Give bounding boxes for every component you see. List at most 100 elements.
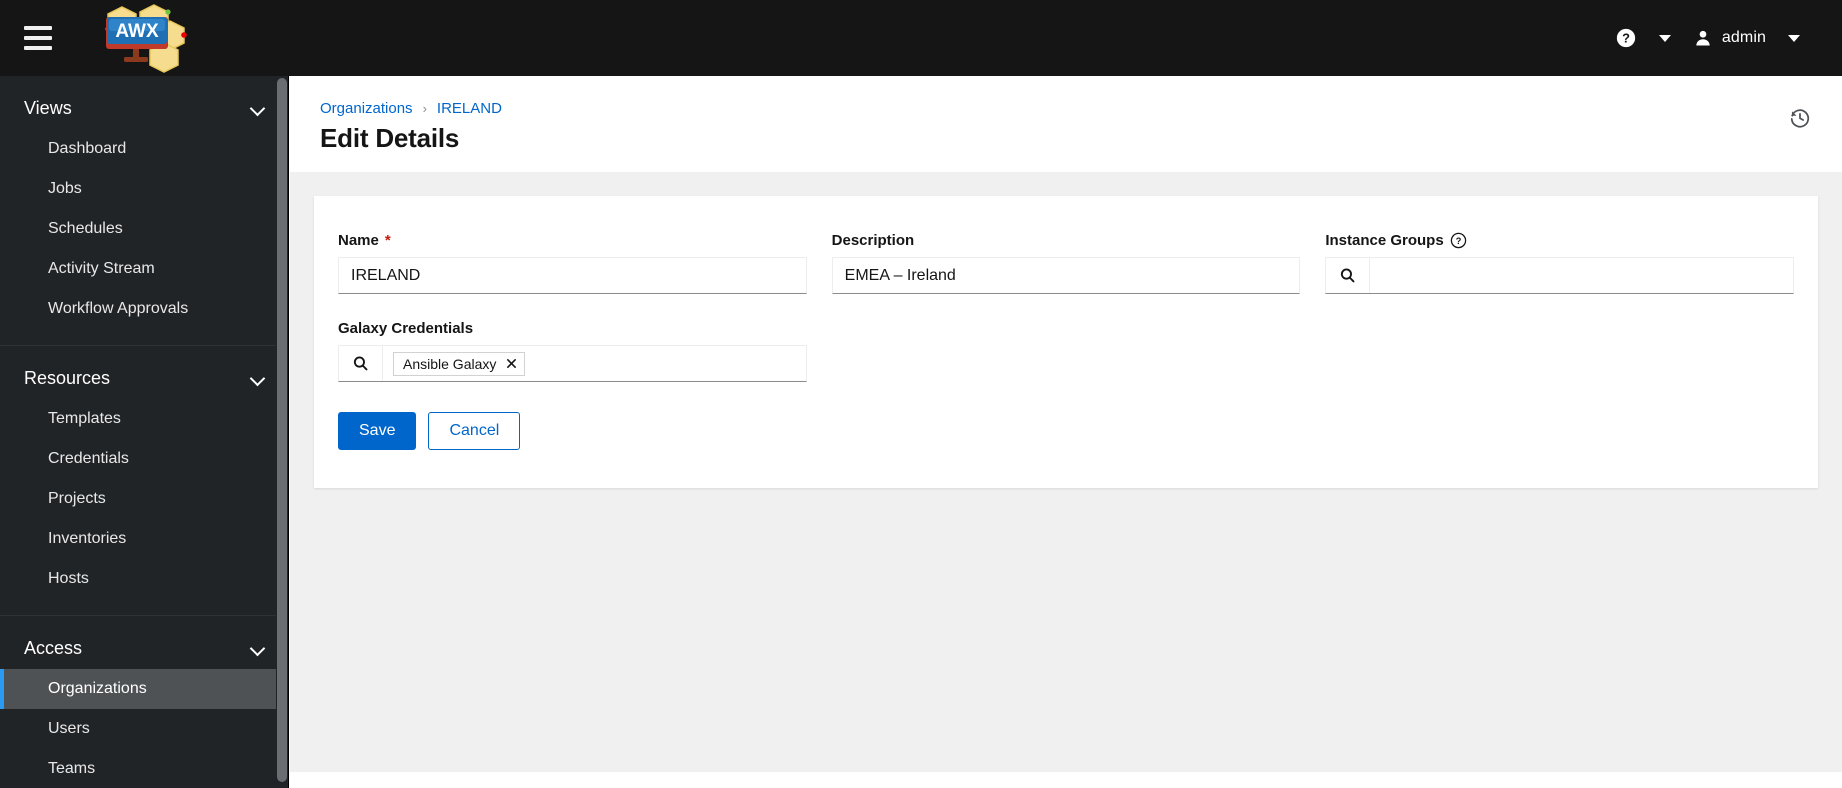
sidebar-item-activity-stream[interactable]: Activity Stream — [0, 249, 288, 289]
instance-groups-search-button[interactable] — [1326, 258, 1371, 293]
sidebar-item-teams[interactable]: Teams — [0, 749, 288, 788]
field-instance-groups: Instance Groups ? — [1325, 232, 1794, 294]
field-description: Description — [831, 232, 1301, 294]
masthead-toolbar: ? admin — [1605, 14, 1842, 62]
sidebar-scrollbar-thumb[interactable] — [277, 78, 287, 782]
sidebar-item-projects[interactable]: Projects — [0, 479, 288, 519]
sidebar-group-header-resources[interactable]: Resources — [0, 346, 288, 399]
save-button[interactable]: Save — [338, 412, 417, 450]
field-name-label: Name * — [338, 232, 807, 249]
sidebar-item-jobs[interactable]: Jobs — [0, 169, 288, 209]
main-content: Organizations › IRELAND Edit Details Nam… — [290, 76, 1842, 788]
history-icon — [1790, 109, 1810, 128]
username-label: admin — [1721, 29, 1766, 46]
chevron-down-icon — [1658, 34, 1671, 42]
field-name-label-text: Name — [338, 232, 379, 249]
hamburger-bar — [24, 26, 52, 30]
breadcrumb: Organizations › IRELAND — [320, 100, 1812, 117]
sidebar-item-label: Workflow Approvals — [48, 300, 189, 317]
sidebar-item-credentials[interactable]: Credentials — [0, 439, 288, 479]
sidebar-item-label: Projects — [48, 490, 106, 507]
sidebar-group-header-views[interactable]: Views — [0, 76, 288, 129]
chip-remove-button[interactable] — [506, 358, 517, 369]
svg-text:?: ? — [1455, 236, 1461, 246]
sidebar-item-schedules[interactable]: Schedules — [0, 209, 288, 249]
field-description-label-text: Description — [831, 232, 915, 249]
chevron-down-icon — [1788, 34, 1800, 42]
sidebar-group-views: Views Dashboard Jobs Schedules Activity Stre… — [0, 76, 288, 346]
sidebar-item-label: Jobs — [48, 180, 82, 197]
user-menu-button[interactable]: admin — [1683, 14, 1776, 62]
field-instance-groups-label-text: Instance Groups — [1325, 232, 1444, 249]
breadcrumb-separator-icon: › — [422, 101, 427, 116]
sidebar-item-templates[interactable]: Templates — [0, 399, 288, 439]
sidebar-item-label: Credentials — [48, 450, 129, 467]
search-icon — [353, 356, 368, 371]
activity-history-button[interactable] — [1782, 100, 1818, 136]
close-icon — [507, 359, 517, 368]
sidebar-item-workflow-approvals[interactable]: Workflow Approvals — [0, 289, 288, 329]
name-input[interactable] — [338, 257, 807, 294]
galaxy-credentials-chip-area[interactable]: Ansible Galaxy — [383, 346, 806, 381]
instance-groups-lookup — [1325, 257, 1794, 294]
sidebar-item-label: Teams — [48, 760, 96, 777]
sidebar-groups: Views Dashboard Jobs Schedules Activity Stre… — [0, 76, 288, 788]
sidebar-item-label: Schedules — [48, 220, 123, 237]
sidebar-group-header-access[interactable]: Access — [0, 616, 288, 669]
svg-text:?: ? — [1622, 31, 1630, 46]
sidebar-item-inventories[interactable]: Inventories — [0, 519, 288, 559]
hamburger-menu-icon[interactable] — [24, 26, 52, 50]
question-circle-icon: ? — [1616, 28, 1636, 48]
sidebar-item-users[interactable]: Users — [0, 709, 288, 749]
field-galaxy-credentials-label-text: Galaxy Credentials — [338, 320, 474, 337]
cancel-button[interactable]: Cancel — [428, 412, 521, 450]
sidebar-item-label: Inventories — [48, 530, 127, 547]
sidebar-navigation: Views Dashboard Jobs Schedules Activity Stre… — [0, 76, 289, 788]
galaxy-credentials-search-button[interactable] — [339, 346, 383, 381]
form-grid: Name * Description Instance Groups — [338, 232, 1794, 408]
hamburger-bar — [24, 46, 52, 50]
user-dropdown-toggle[interactable] — [1776, 14, 1812, 62]
field-name: Name * — [338, 232, 807, 294]
field-description-label: Description — [832, 232, 1301, 249]
sidebar-group-title: Resources — [24, 368, 111, 388]
sidebar-group-title: Views — [24, 98, 72, 118]
page-body: Name * Description Instance Groups — [290, 172, 1842, 772]
awx-logo-text: AWX — [115, 21, 159, 42]
chevron-down-icon — [251, 372, 265, 386]
sidebar-group-access: Access Organizations Users Teams — [0, 616, 288, 788]
field-galaxy-credentials-label: Galaxy Credentials — [338, 320, 807, 337]
sidebar-item-hosts[interactable]: Hosts — [0, 559, 288, 599]
help-button[interactable]: ? — [1605, 14, 1647, 62]
help-dropdown-toggle[interactable] — [1647, 14, 1683, 62]
sidebar-group-resources: Resources Templates Credentials Projects Inv… — [0, 346, 288, 616]
sidebar-item-dashboard[interactable]: Dashboard — [0, 129, 288, 169]
sidebar-item-label: Users — [48, 720, 90, 737]
awx-logo[interactable]: AWX — [92, 3, 204, 73]
chevron-down-icon — [251, 642, 265, 656]
chip-label: Ansible Galaxy — [403, 355, 497, 372]
sidebar-item-label: Dashboard — [48, 140, 127, 157]
sidebar-scrollbar[interactable] — [276, 76, 288, 788]
sidebar-item-label: Organizations — [48, 680, 147, 697]
breadcrumb-item-organizations[interactable]: Organizations — [320, 100, 413, 117]
sidebar-item-label: Activity Stream — [48, 260, 155, 277]
sidebar-group-title: Access — [24, 638, 83, 658]
field-galaxy-credentials: Galaxy Credentials Ansible Galaxy — [338, 320, 807, 382]
chip-ansible-galaxy: Ansible Galaxy — [393, 351, 526, 376]
sidebar-item-label: Hosts — [48, 570, 89, 587]
chevron-down-icon — [251, 102, 265, 116]
hamburger-bar — [24, 36, 52, 40]
page-title: Edit Details — [320, 123, 460, 153]
page-header: Organizations › IRELAND Edit Details — [290, 76, 1842, 172]
sidebar-item-organizations[interactable]: Organizations — [0, 669, 288, 709]
field-instance-groups-label: Instance Groups ? — [1325, 232, 1794, 249]
breadcrumb-item-ireland[interactable]: IRELAND — [437, 100, 502, 117]
form-actions: Save Cancel — [338, 412, 1794, 450]
instance-groups-chip-area[interactable] — [1370, 258, 1793, 293]
sidebar-item-label: Templates — [48, 410, 121, 427]
question-circle-outline-icon[interactable]: ? — [1450, 232, 1467, 249]
required-marker: * — [384, 232, 391, 249]
description-input[interactable] — [831, 257, 1301, 294]
galaxy-credentials-lookup: Ansible Galaxy — [338, 345, 807, 382]
